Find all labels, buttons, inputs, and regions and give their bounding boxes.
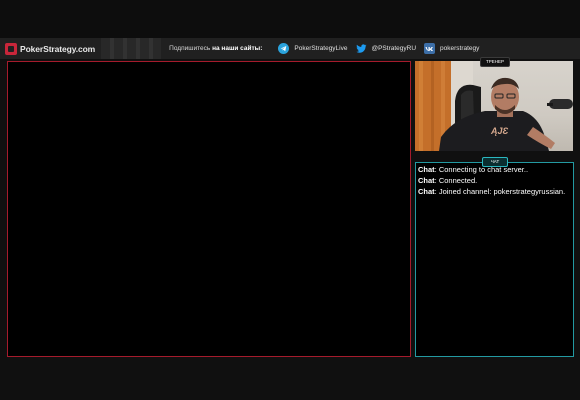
social-twitter[interactable]: @PStrategyRU [355, 43, 417, 54]
vk-label: pokerstrategy [440, 45, 480, 52]
chat-sender: Chat [418, 187, 435, 196]
chat-label: ЧАТ [482, 157, 508, 167]
follow-text: Подпишитесь на наши сайты: [169, 45, 263, 52]
shirt-print: ĄJƐ [490, 126, 509, 136]
chat-message: Chat: Connected. [418, 175, 571, 186]
twitter-icon [355, 43, 367, 54]
chat-text: : Connected. [434, 176, 478, 185]
chat-message: Chat: Joined channel: pokerstrategyrussi… [418, 186, 571, 197]
trainer-webcam: ĄJƐ [415, 61, 573, 151]
chat-panel[interactable]: Chat: Connecting to chat server.. Chat: … [415, 162, 574, 357]
top-background [0, 0, 580, 38]
chat-text: : Connecting to chat server.. [434, 165, 529, 174]
trainer-webcam-image: ĄJƐ [415, 61, 573, 151]
chat-sender: Chat [418, 165, 435, 174]
chat-text: : Joined channel: pokerstrategyrussian. [434, 187, 566, 196]
telegram-label: PokerStrategyLive [294, 45, 348, 52]
telegram-icon [278, 43, 290, 54]
twitter-label: @PStrategyRU [371, 45, 417, 52]
chat-log: Chat: Connecting to chat server.. Chat: … [416, 164, 573, 197]
vk-icon [424, 43, 436, 54]
brand-name: PokerStrategy.com [20, 43, 96, 54]
chat-sender: Chat [418, 176, 435, 185]
trainer-label: ТРЕНЕР [480, 57, 510, 67]
brand-logo[interactable]: PokerStrategy.com [5, 42, 96, 55]
social-vk[interactable]: pokerstrategy [424, 43, 479, 54]
social-telegram[interactable]: PokerStrategyLive [278, 43, 348, 54]
cards-decoration [101, 38, 162, 59]
main-video-frame[interactable] [7, 61, 411, 357]
header-bar: PokerStrategy.com Подпишитесь на наши са… [0, 38, 580, 59]
logo-mark-icon [5, 42, 17, 55]
